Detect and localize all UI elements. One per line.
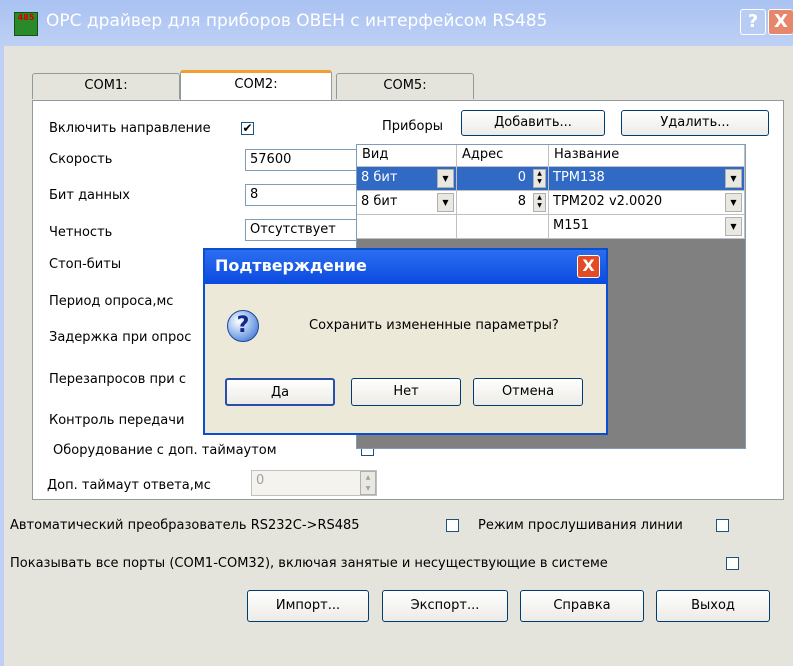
row1-type[interactable]: 8 бит ▼ <box>357 167 457 191</box>
confirm-dialog: Подтверждение X ? Сохранить измененные п… <box>203 248 608 435</box>
parity-label: Четность <box>49 225 113 240</box>
retries-label: Перезапросов при с <box>49 372 186 387</box>
enable-direction-checkbox[interactable]: ✔ <box>241 122 254 135</box>
window-title: OPC драйвер для приборов ОВЕН с интерфей… <box>46 11 548 31</box>
row2-type[interactable]: 8 бит ▼ <box>357 191 457 215</box>
app-logo-icon: 485 <box>14 12 38 36</box>
exit-button[interactable]: Выход <box>656 590 770 622</box>
poll-period-label: Период опроса,мс <box>49 294 174 309</box>
window-titlebar: 485 OPC драйвер для приборов ОВЕН с инте… <box>0 0 793 46</box>
poll-delay-label: Задержка при опрос <box>49 330 192 345</box>
import-button[interactable]: Импорт... <box>247 590 369 622</box>
devices-label: Приборы <box>382 119 443 134</box>
chevron-down-icon: ▼ <box>437 169 454 188</box>
row2-address[interactable]: 8 ▲ ▼ <box>457 191 549 215</box>
extra-timeout-equipment-label: Оборудование с доп. таймаутом <box>53 443 277 458</box>
col-header-address[interactable]: Адрес <box>457 145 549 167</box>
add-device-button[interactable]: Добавить... <box>461 110 605 136</box>
confirm-message: Сохранить измененные параметры? <box>309 318 559 333</box>
help-title-button[interactable]: ? <box>740 9 766 35</box>
auto-converter-label: Автоматический преобразователь RS232C->R… <box>10 518 360 533</box>
chevron-down-icon: ▼ <box>437 193 454 212</box>
spin-arrows-icon: ▲ ▼ <box>533 169 546 188</box>
tab-com2[interactable]: COM2: <box>180 70 332 100</box>
tab-com1[interactable]: COM1: <box>32 73 180 99</box>
help-button[interactable]: Справка <box>520 590 644 622</box>
confirm-dialog-title: Подтверждение <box>205 250 606 284</box>
col-header-type[interactable]: Вид <box>357 145 457 167</box>
transfer-control-label: Контроль передачи <box>49 413 185 428</box>
extra-timeout-field[interactable]: 0 ▲ ▼ <box>251 470 377 496</box>
close-icon[interactable]: X <box>577 255 600 278</box>
question-icon: ? <box>227 310 259 342</box>
col-header-name[interactable]: Название <box>549 145 745 167</box>
row3-name[interactable]: М151 ▼ <box>549 215 745 239</box>
remove-device-button[interactable]: Удалить... <box>621 110 769 136</box>
row3-address[interactable] <box>457 215 549 239</box>
export-button[interactable]: Экспорт... <box>382 590 508 622</box>
yes-button[interactable]: Да <box>225 378 335 406</box>
row1-name[interactable]: ТРМ138 ▼ <box>549 167 745 191</box>
extra-timeout-label: Доп. таймаут ответа,мс <box>47 478 211 493</box>
spin-arrows-icon: ▲ ▼ <box>533 193 546 212</box>
stop-bits-label: Стоп-биты <box>49 257 122 272</box>
cancel-button[interactable]: Отмена <box>473 378 583 406</box>
row1-address[interactable]: 0 ▲ ▼ <box>457 167 549 191</box>
chevron-down-icon: ▼ <box>725 217 742 236</box>
listen-mode-label: Режим прослушивания линии <box>478 518 683 533</box>
row3-type[interactable] <box>357 215 457 239</box>
tab-com5[interactable]: COM5: <box>336 73 474 99</box>
chevron-down-icon: ▼ <box>725 169 742 188</box>
no-button[interactable]: Нет <box>351 378 461 406</box>
show-all-ports-label: Показывать все порты (COM1-COM32), включ… <box>10 556 608 571</box>
auto-converter-checkbox[interactable] <box>446 519 459 532</box>
row2-name[interactable]: ТРМ202 v2.0020 ▼ <box>549 191 745 215</box>
spin-arrows-icon: ▲ ▼ <box>360 471 376 495</box>
chevron-down-icon: ▼ <box>725 193 742 212</box>
speed-label: Скорость <box>49 152 113 167</box>
listen-mode-checkbox[interactable] <box>716 519 729 532</box>
show-all-ports-checkbox[interactable] <box>726 557 739 570</box>
close-window-button[interactable]: X <box>768 9 793 35</box>
enable-direction-label: Включить направление <box>49 121 211 136</box>
data-bits-label: Бит данных <box>49 188 130 203</box>
